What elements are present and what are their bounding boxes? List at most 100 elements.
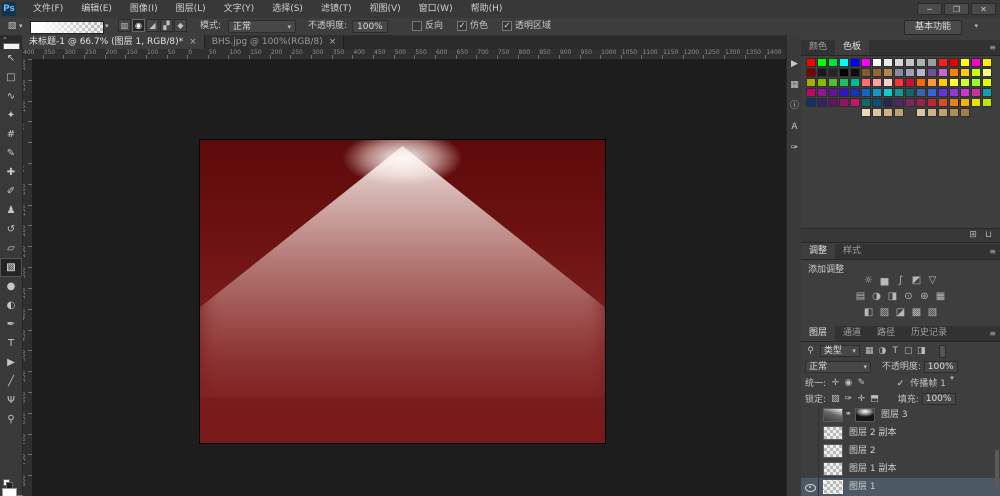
close-button[interactable]: ✕: [971, 3, 996, 15]
fill-input[interactable]: 100% ▾: [922, 393, 956, 405]
filter-adjustment-layers-icon[interactable]: ◑: [876, 343, 889, 359]
color-swatch[interactable]: [960, 98, 970, 107]
color-swatch[interactable]: [927, 68, 937, 77]
hue-saturation-icon[interactable]: ▤: [853, 290, 869, 304]
lock-position-icon[interactable]: ✛: [855, 391, 868, 407]
color-lookup-icon[interactable]: ▦: [933, 290, 949, 304]
lock-image-icon[interactable]: ✑: [842, 391, 855, 407]
color-swatch[interactable]: [905, 98, 915, 107]
lock-all-icon[interactable]: ⬒: [868, 391, 881, 407]
new-swatch-button[interactable]: ⊞: [969, 229, 977, 242]
color-swatch[interactable]: [817, 58, 827, 67]
blur-tool[interactable]: ●: [0, 277, 22, 296]
levels-icon[interactable]: ▅: [877, 274, 893, 288]
menu-item-l[interactable]: 图层(L): [167, 0, 215, 18]
color-swatch[interactable]: [905, 58, 915, 67]
color-swatch[interactable]: [883, 58, 893, 67]
reflected-gradient-button[interactable]: ▞: [160, 19, 173, 32]
blend-mode-select[interactable]: 正常 ▾: [805, 361, 871, 373]
swatches-panel-menu-icon[interactable]: ≡: [989, 43, 996, 52]
color-swatch[interactable]: [982, 58, 992, 67]
eraser-tool[interactable]: ▱: [0, 239, 22, 258]
color-swatch[interactable]: [916, 78, 926, 87]
brush-tool[interactable]: ✐: [0, 182, 22, 201]
workspace-switcher[interactable]: 基本功能: [904, 20, 962, 35]
mask-link-icon[interactable]: ⚭: [845, 409, 852, 418]
color-balance-icon[interactable]: ◑: [869, 290, 885, 304]
layers-scrollbar[interactable]: [995, 450, 999, 490]
layer-row[interactable]: 图层 2: [801, 442, 1000, 461]
color-swatch[interactable]: [916, 98, 926, 107]
color-swatch[interactable]: [861, 98, 871, 107]
unify-position-icon[interactable]: ✛: [829, 375, 842, 391]
color-swatch[interactable]: [927, 58, 937, 67]
color-swatch[interactable]: [894, 88, 904, 97]
visibility-eye-icon[interactable]: [805, 484, 816, 492]
layer-thumbnail[interactable]: [823, 408, 843, 422]
layer-mask-thumbnail[interactable]: [855, 408, 875, 422]
color-swatch[interactable]: [949, 58, 959, 67]
layers-tab-路径[interactable]: 路径: [869, 326, 903, 341]
menu-item-s[interactable]: 选择(S): [263, 0, 312, 18]
zoom-tool[interactable]: ⚲: [0, 410, 22, 429]
swatches-tab-色板[interactable]: 色板: [835, 40, 869, 55]
invert-icon[interactable]: ◧: [861, 306, 877, 320]
color-swatch[interactable]: [806, 98, 816, 107]
menu-item-w[interactable]: 窗口(W): [410, 0, 462, 18]
brush-panel-icon[interactable]: ✑: [787, 137, 802, 159]
dodge-tool[interactable]: ◐: [0, 296, 22, 315]
color-swatch[interactable]: [839, 78, 849, 87]
vibrance-icon[interactable]: ▽: [925, 274, 941, 288]
gradient-map-icon[interactable]: ▧: [925, 306, 941, 320]
color-swatch[interactable]: [905, 68, 915, 77]
checkbox-box-icon[interactable]: [412, 21, 422, 31]
history-brush-tool[interactable]: ↺: [0, 220, 22, 239]
color-swatch[interactable]: [817, 98, 827, 107]
color-swatch[interactable]: [960, 78, 970, 87]
eye-cell[interactable]: [801, 478, 819, 496]
curves-icon[interactable]: ∫: [893, 274, 909, 288]
color-swatch[interactable]: [938, 68, 948, 77]
character-icon[interactable]: A: [787, 116, 802, 138]
exposure-icon[interactable]: ◩: [909, 274, 925, 288]
color-swatch[interactable]: [894, 108, 904, 117]
layer-thumbnail[interactable]: [823, 444, 843, 458]
adjustments-panel-menu-icon[interactable]: ≡: [989, 247, 996, 256]
color-swatch[interactable]: [828, 88, 838, 97]
layers-tab-历史记录[interactable]: 历史记录: [903, 326, 955, 341]
color-swatch[interactable]: [817, 78, 827, 87]
color-swatch[interactable]: [883, 68, 893, 77]
checkbox-box-icon[interactable]: ✓: [502, 21, 512, 31]
color-swatch[interactable]: [927, 78, 937, 87]
color-swatch[interactable]: [839, 88, 849, 97]
tab-close-icon[interactable]: ×: [189, 37, 197, 47]
filter-shape-layers-icon[interactable]: ▢: [902, 343, 915, 359]
color-swatch[interactable]: [872, 98, 882, 107]
color-swatch[interactable]: [850, 88, 860, 97]
color-swatch[interactable]: [971, 58, 981, 67]
color-swatch[interactable]: [872, 88, 882, 97]
color-swatch[interactable]: [872, 68, 882, 77]
menu-item-f[interactable]: 文件(F): [24, 0, 72, 18]
color-swatch[interactable]: [916, 58, 926, 67]
color-swatch[interactable]: [938, 58, 948, 67]
eyedropper-tool[interactable]: ✎: [0, 144, 22, 163]
checkbox-反向[interactable]: 反向: [412, 18, 443, 35]
eye-cell[interactable]: [801, 424, 819, 442]
color-swatch[interactable]: [839, 68, 849, 77]
restore-button[interactable]: ❐: [944, 3, 969, 15]
workspace-caret-icon[interactable]: ▾: [974, 18, 978, 35]
color-swatch[interactable]: [949, 68, 959, 77]
radial-gradient-button[interactable]: ◉: [132, 19, 145, 32]
color-swatch[interactable]: [828, 78, 838, 87]
checkbox-透明区域[interactable]: ✓透明区域: [502, 18, 551, 35]
lasso-tool[interactable]: ∿: [0, 87, 22, 106]
filter-search-icon[interactable]: ⚲: [804, 343, 817, 359]
photo-filter-icon[interactable]: ⊙: [901, 290, 917, 304]
color-swatch[interactable]: [960, 88, 970, 97]
angle-gradient-button[interactable]: ◢: [146, 19, 159, 32]
color-swatch[interactable]: [883, 78, 893, 87]
actions-icon[interactable]: ▶: [787, 53, 802, 75]
color-swatch[interactable]: [949, 108, 959, 117]
color-swatch[interactable]: [850, 98, 860, 107]
